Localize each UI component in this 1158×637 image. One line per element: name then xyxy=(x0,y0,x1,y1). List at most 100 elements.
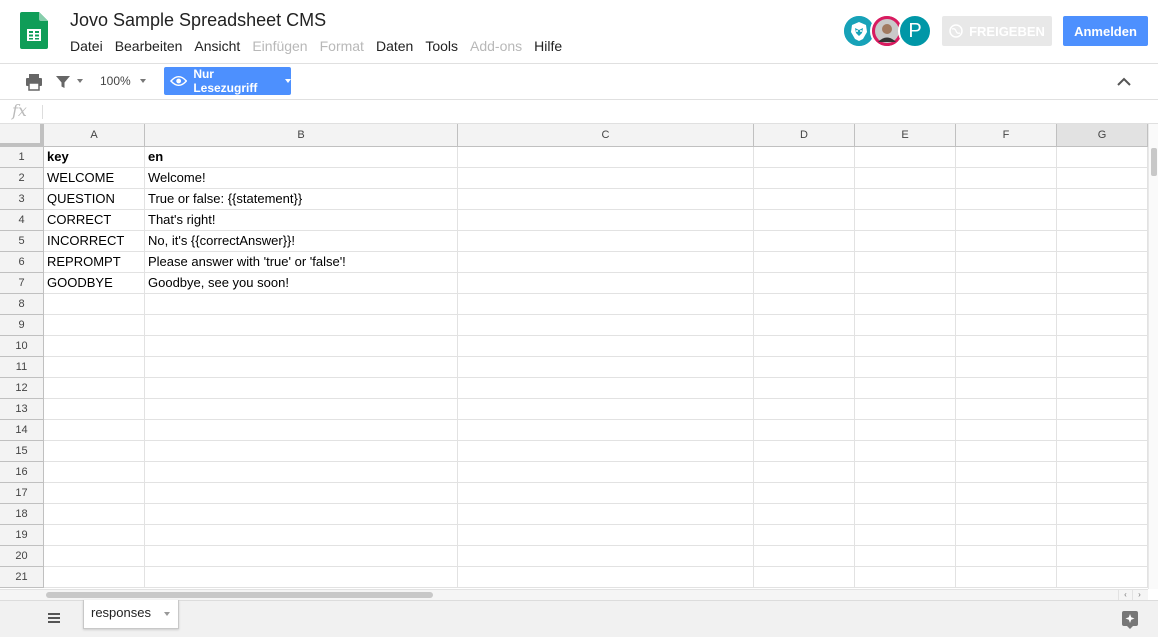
cell-d3[interactable] xyxy=(754,189,855,210)
cell-f15[interactable] xyxy=(956,441,1057,462)
cell-e10[interactable] xyxy=(855,336,956,357)
cell-a13[interactable] xyxy=(44,399,145,420)
menu-item-add-ons[interactable]: Add-ons xyxy=(464,37,528,55)
column-header-b[interactable]: B xyxy=(145,124,458,147)
cell-b17[interactable] xyxy=(145,483,458,504)
cell-a4[interactable]: CORRECT xyxy=(44,210,145,231)
cell-d18[interactable] xyxy=(754,504,855,525)
row-header[interactable]: 16 xyxy=(0,462,44,483)
cell-e20[interactable] xyxy=(855,546,956,567)
row-header[interactable]: 12 xyxy=(0,378,44,399)
cell-b13[interactable] xyxy=(145,399,458,420)
cell-g5[interactable] xyxy=(1057,231,1148,252)
cell-f16[interactable] xyxy=(956,462,1057,483)
vertical-scrollbar[interactable] xyxy=(1148,124,1158,589)
menu-item-hilfe[interactable]: Hilfe xyxy=(528,37,568,55)
row-header[interactable]: 3 xyxy=(0,189,44,210)
cell-b12[interactable] xyxy=(145,378,458,399)
cell-d15[interactable] xyxy=(754,441,855,462)
view-mode-button[interactable]: Nur Lesezugriff xyxy=(164,67,291,95)
cell-g10[interactable] xyxy=(1057,336,1148,357)
cell-f10[interactable] xyxy=(956,336,1057,357)
cell-d11[interactable] xyxy=(754,357,855,378)
cell-d2[interactable] xyxy=(754,168,855,189)
cell-c8[interactable] xyxy=(458,294,754,315)
scroll-right-icon[interactable]: › xyxy=(1132,590,1146,600)
column-header-f[interactable]: F xyxy=(956,124,1057,147)
row-header[interactable]: 1 xyxy=(0,147,44,168)
cell-g11[interactable] xyxy=(1057,357,1148,378)
cell-e13[interactable] xyxy=(855,399,956,420)
cell-a21[interactable] xyxy=(44,567,145,588)
cell-d10[interactable] xyxy=(754,336,855,357)
cell-f18[interactable] xyxy=(956,504,1057,525)
cell-b7[interactable]: Goodbye, see you soon! xyxy=(145,273,458,294)
cell-a14[interactable] xyxy=(44,420,145,441)
cell-d16[interactable] xyxy=(754,462,855,483)
sheets-logo-icon[interactable] xyxy=(20,12,48,49)
row-header[interactable]: 9 xyxy=(0,315,44,336)
cell-b8[interactable] xyxy=(145,294,458,315)
cell-f5[interactable] xyxy=(956,231,1057,252)
cell-g8[interactable] xyxy=(1057,294,1148,315)
cell-c21[interactable] xyxy=(458,567,754,588)
menu-item-bearbeiten[interactable]: Bearbeiten xyxy=(109,37,189,55)
cell-g3[interactable] xyxy=(1057,189,1148,210)
cell-a17[interactable] xyxy=(44,483,145,504)
cell-e18[interactable] xyxy=(855,504,956,525)
cell-d21[interactable] xyxy=(754,567,855,588)
cell-g18[interactable] xyxy=(1057,504,1148,525)
cell-c15[interactable] xyxy=(458,441,754,462)
cell-c9[interactable] xyxy=(458,315,754,336)
cell-f12[interactable] xyxy=(956,378,1057,399)
cell-a16[interactable] xyxy=(44,462,145,483)
print-icon[interactable] xyxy=(24,72,44,92)
chevron-up-icon[interactable] xyxy=(1114,72,1134,92)
cell-g16[interactable] xyxy=(1057,462,1148,483)
horizontal-scroll-thumb[interactable] xyxy=(46,592,433,598)
cell-d17[interactable] xyxy=(754,483,855,504)
cell-a5[interactable]: INCORRECT xyxy=(44,231,145,252)
cell-b3[interactable]: True or false: {{statement}} xyxy=(145,189,458,210)
cell-b20[interactable] xyxy=(145,546,458,567)
cell-f8[interactable] xyxy=(956,294,1057,315)
cell-c10[interactable] xyxy=(458,336,754,357)
row-header[interactable]: 18 xyxy=(0,504,44,525)
cell-e3[interactable] xyxy=(855,189,956,210)
cell-e16[interactable] xyxy=(855,462,956,483)
cell-f14[interactable] xyxy=(956,420,1057,441)
cell-e4[interactable] xyxy=(855,210,956,231)
column-header-c[interactable]: C xyxy=(458,124,754,147)
cell-g15[interactable] xyxy=(1057,441,1148,462)
cell-g2[interactable] xyxy=(1057,168,1148,189)
document-title[interactable]: Jovo Sample Spreadsheet CMS xyxy=(70,10,326,31)
menu-item-daten[interactable]: Daten xyxy=(370,37,419,55)
cell-e12[interactable] xyxy=(855,378,956,399)
zoom-select[interactable]: 100% xyxy=(100,74,131,88)
cell-b15[interactable] xyxy=(145,441,458,462)
cell-e2[interactable] xyxy=(855,168,956,189)
row-header[interactable]: 15 xyxy=(0,441,44,462)
cell-c2[interactable] xyxy=(458,168,754,189)
cell-c1[interactable] xyxy=(458,147,754,168)
cell-e19[interactable] xyxy=(855,525,956,546)
row-header[interactable]: 10 xyxy=(0,336,44,357)
row-header[interactable]: 17 xyxy=(0,483,44,504)
cell-c11[interactable] xyxy=(458,357,754,378)
row-header[interactable]: 19 xyxy=(0,525,44,546)
cell-d9[interactable] xyxy=(754,315,855,336)
cell-f17[interactable] xyxy=(956,483,1057,504)
filter-dropdown-caret[interactable] xyxy=(77,79,83,83)
row-header[interactable]: 11 xyxy=(0,357,44,378)
cell-f3[interactable] xyxy=(956,189,1057,210)
cell-g4[interactable] xyxy=(1057,210,1148,231)
cell-d7[interactable] xyxy=(754,273,855,294)
cell-e17[interactable] xyxy=(855,483,956,504)
row-header[interactable]: 5 xyxy=(0,231,44,252)
cell-e5[interactable] xyxy=(855,231,956,252)
letter-avatar[interactable]: P xyxy=(898,14,932,48)
cell-e7[interactable] xyxy=(855,273,956,294)
filter-icon[interactable] xyxy=(53,72,73,92)
cell-b21[interactable] xyxy=(145,567,458,588)
row-header[interactable]: 13 xyxy=(0,399,44,420)
